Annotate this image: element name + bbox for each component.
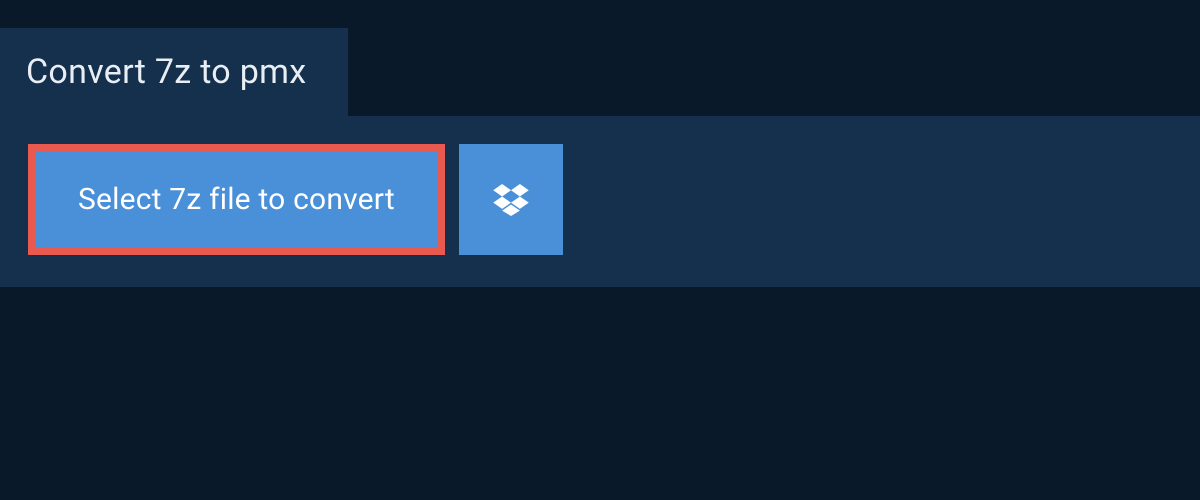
content-panel: Select 7z file to convert <box>0 116 1200 287</box>
tab-header: Convert 7z to pmx <box>0 28 348 116</box>
select-file-button[interactable]: Select 7z file to convert <box>28 144 445 255</box>
select-file-label: Select 7z file to convert <box>78 182 395 217</box>
button-row: Select 7z file to convert <box>28 144 1172 255</box>
dropbox-button[interactable] <box>459 144 563 255</box>
page-title: Convert 7z to pmx <box>26 52 306 92</box>
dropbox-icon <box>493 184 529 216</box>
